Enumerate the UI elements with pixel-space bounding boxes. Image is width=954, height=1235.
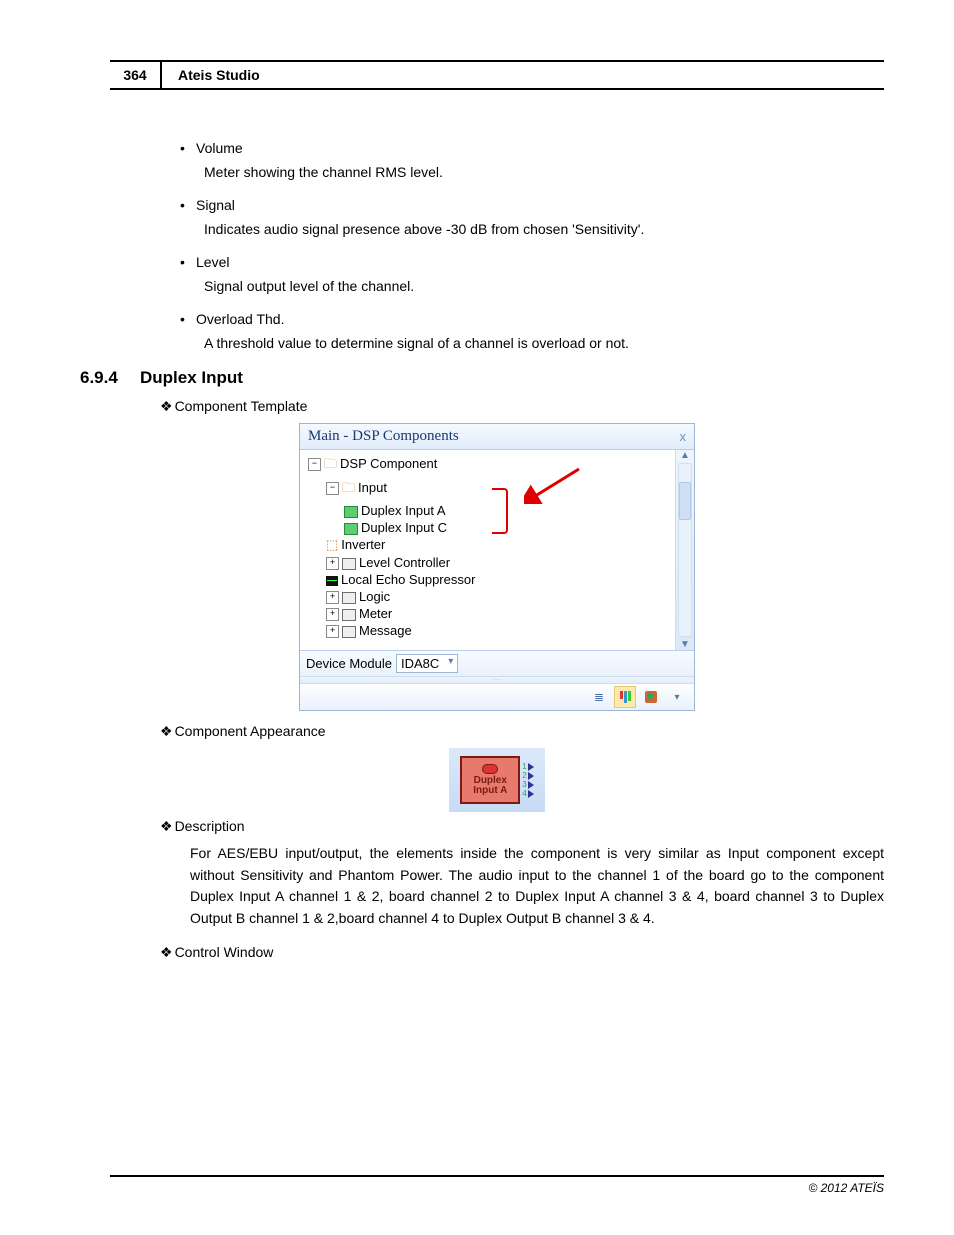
page-header: 364 Ateis Studio (110, 60, 884, 90)
scroll-up-icon[interactable] (680, 450, 690, 461)
bubble-icon (645, 691, 657, 703)
bullet-label: Signal (196, 197, 235, 213)
tree-window: Main - DSP Components x −🗀DSP Component … (299, 423, 695, 711)
folder-icon: 🗀 (342, 480, 355, 495)
bullet-list: •Volume Meter showing the channel RMS le… (180, 140, 884, 354)
tree-list[interactable]: −🗀DSP Component −🗀Input Duplex Input A D… (300, 450, 675, 650)
tree-meter[interactable]: +Meter (302, 605, 673, 622)
subheading-control: ❖Control Window (160, 944, 884, 961)
port[interactable]: 4 (522, 790, 533, 798)
tree-message[interactable]: +Message (302, 622, 673, 639)
bars-icon (620, 691, 631, 703)
node-icon (344, 523, 358, 535)
tree-level[interactable]: +Level Controller (302, 554, 673, 571)
expand-icon[interactable]: + (326, 625, 339, 638)
list-icon (594, 690, 604, 704)
dropdown-button[interactable] (666, 686, 688, 708)
device-select[interactable]: IDA8C (396, 654, 458, 673)
port[interactable]: 3 (522, 781, 533, 789)
tree-inverter[interactable]: ⬚Inverter (302, 536, 673, 554)
bullet-desc: Meter showing the channel RMS level. (204, 162, 884, 183)
tree-echo[interactable]: Local Echo Suppressor (302, 571, 673, 588)
subheading-description: ❖Description (160, 818, 884, 835)
port[interactable]: 2 (522, 772, 533, 780)
box-icon (342, 626, 356, 638)
inverter-icon: ⬚ (326, 537, 338, 552)
bullet-label: Level (196, 254, 229, 270)
bullet-desc: Signal output level of the channel. (204, 276, 884, 297)
ports: 1 2 3 4 (522, 763, 533, 798)
subheading-template: ❖Component Template (160, 398, 884, 415)
box-icon (342, 592, 356, 604)
collapse-icon[interactable]: − (326, 482, 339, 495)
section-title: Duplex Input (140, 368, 243, 387)
description-body: For AES/EBU input/output, the elements i… (190, 843, 884, 930)
tree-duplex-a[interactable]: Duplex Input A (302, 502, 673, 519)
tree-input[interactable]: −🗀Input (302, 478, 673, 502)
footer: © 2012 ATEÏS (110, 1175, 884, 1195)
block-line2: Input A (473, 786, 507, 797)
bullet-desc: A threshold value to determine signal of… (204, 333, 884, 354)
expand-icon[interactable]: + (326, 557, 339, 570)
arrow-annotation (524, 464, 584, 504)
led-icon (482, 764, 498, 774)
device-row: Device Module IDA8C (300, 650, 694, 676)
scroll-thumb[interactable] (679, 482, 691, 520)
bracket-annotation (492, 488, 508, 534)
scroll-down-icon[interactable] (680, 639, 690, 650)
list-view-button[interactable] (588, 686, 610, 708)
header-title: Ateis Studio (162, 62, 260, 88)
section-number: 6.9.4 (80, 368, 140, 388)
page-number: 364 (110, 62, 162, 88)
box-icon (342, 609, 356, 621)
tree-logic[interactable]: +Logic (302, 588, 673, 605)
folder-icon: 🗀 (324, 456, 337, 471)
tree-titlebar: Main - DSP Components x (300, 424, 694, 450)
grip-row[interactable]: ····· (300, 676, 694, 683)
tree-root[interactable]: −🗀DSP Component (302, 454, 673, 478)
box-icon (342, 558, 356, 570)
expand-icon[interactable]: + (326, 608, 339, 621)
port[interactable]: 1 (522, 763, 533, 771)
bullet-desc: Indicates audio signal presence above -3… (204, 219, 884, 240)
component-block[interactable]: Duplex Input A (460, 756, 520, 804)
close-icon[interactable]: x (680, 429, 687, 444)
bullet-label: Volume (196, 140, 243, 156)
tree-duplex-c[interactable]: Duplex Input C (302, 519, 673, 536)
device-label: Device Module (306, 656, 392, 671)
bars-view-button[interactable] (614, 686, 636, 708)
tree-title-text: Main - DSP Components (308, 428, 459, 445)
scroll-track[interactable] (678, 463, 692, 637)
subheading-appearance: ❖Component Appearance (160, 723, 884, 740)
scrollbar[interactable] (675, 450, 694, 650)
bubble-button[interactable] (640, 686, 662, 708)
expand-icon[interactable]: + (326, 591, 339, 604)
component-appearance: Duplex Input A 1 2 3 4 (449, 748, 545, 812)
tool-row (300, 683, 694, 710)
node-icon (344, 506, 358, 518)
echo-icon (326, 576, 338, 586)
bullet-label: Overload Thd. (196, 311, 284, 327)
section-heading: 6.9.4Duplex Input (110, 368, 884, 388)
collapse-icon[interactable]: − (308, 458, 321, 471)
